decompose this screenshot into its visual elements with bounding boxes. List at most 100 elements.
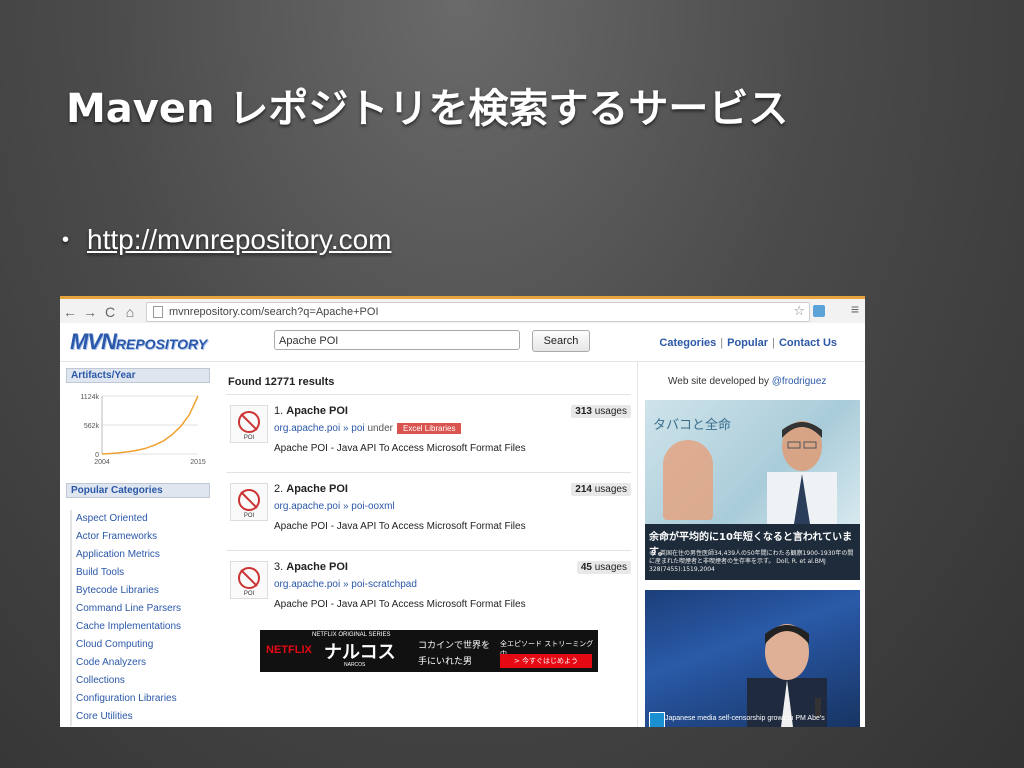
category-link[interactable]: Code Analyzers	[72, 654, 216, 672]
category-link[interactable]: Application Metrics	[72, 546, 216, 564]
extension-icon[interactable]	[813, 305, 825, 317]
news-badge-icon	[649, 712, 665, 727]
search-button[interactable]: Search	[532, 330, 590, 352]
group-link[interactable]: org.apache.poi	[274, 579, 340, 590]
poi-logo-icon: POI	[230, 483, 268, 521]
result-description: Apache POI - Java API To Access Microsof…	[274, 599, 526, 610]
result-path: org.apache.poi » poi under Excel Librarie…	[274, 423, 462, 434]
top-nav: Categories | Popular | Contact Us	[659, 337, 837, 349]
result-item: POI 3. Apache POI 45 usages org.apache.p…	[226, 550, 631, 627]
usage-badge: 214 usages	[571, 483, 631, 496]
poi-logo-icon: POI	[230, 405, 268, 443]
politician-photo	[747, 624, 827, 727]
search-results: Found 12771 results POI 1. Apache POI 31…	[220, 362, 638, 727]
path-arrow: »	[342, 501, 349, 512]
ad-poster-text: タバコと全命	[653, 418, 732, 433]
result-description: Apache POI - Java API To Access Microsof…	[274, 521, 526, 532]
result-number: 1.	[274, 405, 284, 417]
category-link[interactable]: Cloud Computing	[72, 636, 216, 654]
nav-separator: |	[772, 337, 775, 349]
back-icon[interactable]: ←	[60, 304, 80, 320]
news-ad[interactable]: Japanese media self-censorship grows in …	[645, 590, 860, 727]
browser-toolbar: ← → C ⌂ mvnrepository.com/search?q=Apach…	[60, 296, 865, 326]
svg-text:POI: POI	[244, 513, 255, 519]
category-tag[interactable]: Excel Libraries	[397, 423, 462, 434]
home-icon[interactable]: ⌂	[120, 304, 140, 320]
mvnrepository-link[interactable]: http://mvnrepository.com	[87, 224, 391, 256]
bullet-item: • http://mvnrepository.com	[62, 224, 392, 256]
nav-contact[interactable]: Contact Us	[779, 337, 837, 349]
usage-badge: 313 usages	[571, 405, 631, 418]
artifact-link[interactable]: poi-scratchpad	[351, 579, 417, 590]
popular-categories-header: Popular Categories	[66, 483, 210, 498]
category-list: Aspect Oriented Actor Frameworks Applica…	[70, 510, 216, 726]
result-item: POI 2. Apache POI 214 usages org.apache.…	[226, 472, 631, 549]
bookmark-star-icon[interactable]: ☆	[793, 303, 805, 319]
netflix-ad-banner[interactable]: NETFLIX NETFLIX ORIGINAL SERIES ナルコス NAR…	[260, 630, 598, 672]
category-link[interactable]: Aspect Oriented	[72, 510, 216, 528]
developer-credit-text: Web site developed by	[668, 376, 769, 387]
usage-label: usages	[594, 484, 627, 495]
category-link[interactable]: Collections	[72, 672, 216, 690]
category-link[interactable]: Configuration Libraries	[72, 690, 216, 708]
category-link[interactable]: Cache Implementations	[72, 618, 216, 636]
usage-badge: 45 usages	[576, 561, 631, 574]
chart-x-tick-label: 2015	[190, 459, 206, 466]
group-link[interactable]: org.apache.poi	[274, 423, 340, 434]
artifact-link[interactable]: poi-ooxml	[351, 501, 394, 512]
ad-show-title-en: NARCOS	[344, 662, 366, 668]
ad-show-title: ナルコス	[324, 642, 396, 663]
news-caption: Japanese media self-censorship grows in …	[665, 715, 825, 722]
nav-categories[interactable]: Categories	[659, 337, 716, 349]
result-number: 2.	[274, 483, 284, 495]
bullet-dot: •	[62, 228, 70, 251]
search-input[interactable]: Apache POI	[274, 330, 520, 350]
body-illustration	[663, 440, 713, 520]
svg-text:POI: POI	[244, 591, 255, 597]
category-link[interactable]: Actor Frameworks	[72, 528, 216, 546]
chart-x-tick-label: 2004	[94, 459, 110, 466]
result-description: Apache POI - Java API To Access Microsof…	[274, 443, 526, 454]
usage-label: usages	[594, 406, 627, 417]
slide-title: Maven レポジトリを検索するサービス	[66, 86, 789, 132]
chart-y-tick-label: 1124k	[80, 394, 99, 401]
result-title[interactable]: 2. Apache POI	[274, 483, 348, 495]
artifact-link[interactable]: poi	[351, 423, 364, 434]
developer-link[interactable]: @frodriguez	[772, 376, 827, 387]
artifacts-year-chart: 1124k 562k 02004 2015	[80, 394, 206, 466]
usage-count: 313	[575, 406, 592, 417]
health-ad[interactable]: タバコと全命 余命が平均的に10年短くなると言われています。 ※：英国在住の男性…	[645, 400, 860, 580]
logo-main: MVN	[70, 329, 117, 354]
results-count: Found 12771 results	[228, 376, 335, 388]
result-path: org.apache.poi » poi-ooxml	[274, 501, 395, 512]
group-link[interactable]: org.apache.poi	[274, 501, 340, 512]
result-name[interactable]: Apache POI	[286, 561, 348, 573]
netflix-logo: NETFLIX	[266, 644, 312, 656]
reload-icon[interactable]: C	[100, 304, 120, 320]
svg-text:POI: POI	[244, 435, 255, 441]
category-link[interactable]: Core Utilities	[72, 708, 216, 726]
address-bar[interactable]: mvnrepository.com/search?q=Apache+POI ☆	[146, 302, 810, 322]
right-sidebar: Web site developed by @frodriguez タバコと全命…	[638, 362, 865, 727]
category-link[interactable]: Command Line Parsers	[72, 600, 216, 618]
forward-icon[interactable]: →	[80, 304, 100, 320]
category-link[interactable]: Bytecode Libraries	[72, 582, 216, 600]
path-arrow: »	[342, 423, 349, 434]
category-link[interactable]: Build Tools	[72, 564, 216, 582]
ad-footnote: ※：英国在住の男性医師34,439人の50年間にわたる観察1900-1930年の…	[649, 550, 854, 573]
menu-icon[interactable]: ≡	[851, 301, 859, 317]
usage-label: usages	[594, 562, 627, 573]
result-path: org.apache.poi » poi-scratchpad	[274, 579, 417, 590]
nav-popular[interactable]: Popular	[727, 337, 768, 349]
usage-count: 45	[580, 562, 592, 573]
result-title[interactable]: 3. Apache POI	[274, 561, 348, 573]
result-title[interactable]: 1. Apache POI	[274, 405, 348, 417]
ad-cta-button[interactable]: > 今すぐはじめよう	[500, 654, 592, 668]
result-name[interactable]: Apache POI	[286, 405, 348, 417]
chart-y-tick-label: 562k	[84, 423, 100, 430]
result-name[interactable]: Apache POI	[286, 483, 348, 495]
mvnrepository-logo[interactable]: MVNREPOSITORY	[70, 329, 207, 355]
browser-screenshot: ← → C ⌂ mvnrepository.com/search?q=Apach…	[60, 296, 865, 727]
poi-logo-icon: POI	[230, 561, 268, 599]
developer-credit: Web site developed by @frodriguez	[668, 376, 826, 387]
